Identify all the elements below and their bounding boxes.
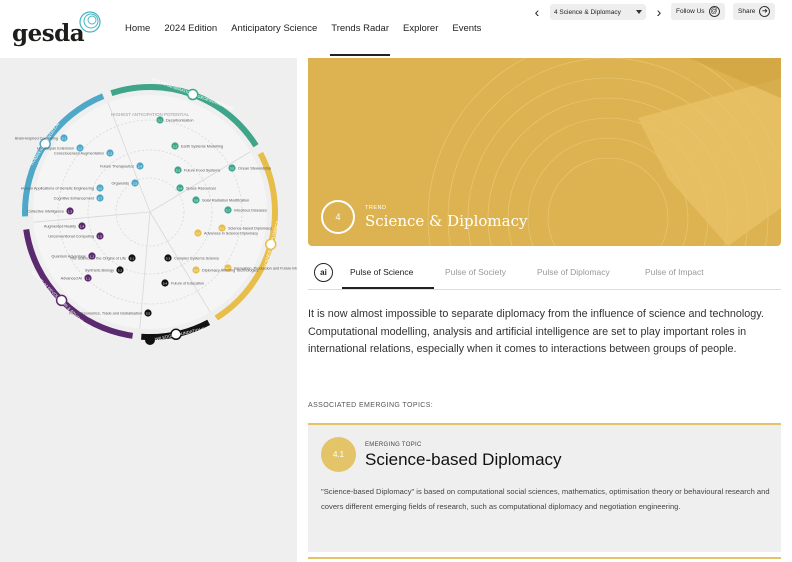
- radar-point-code: 5.2: [118, 268, 123, 272]
- caret-down-icon: [636, 10, 642, 14]
- radar-point-code: 3.5: [230, 166, 235, 170]
- radar-point-label: Cognitive Enhancement: [54, 197, 95, 201]
- radar-point-code: 2.7: [98, 196, 103, 200]
- trend-title: Science & Diplomacy: [365, 212, 528, 230]
- topic-code-badge: 4.1: [321, 437, 356, 472]
- radar-center-label: HIGHEST ANTICIPATION POTENTIAL: [111, 112, 190, 117]
- radar-point-label: Augmented Reality: [44, 225, 76, 229]
- radar-point-code: 2.4: [138, 164, 143, 168]
- radar-point-label: Human Applications of Genetic Engineerin…: [21, 187, 94, 191]
- radar-point-code: 5.5: [146, 311, 151, 315]
- tab-pulse-of-impact[interactable]: Pulse of Impact: [645, 267, 704, 277]
- radar-point-label: Infectious Diseases: [234, 209, 267, 213]
- radar-point-label: Advanced AI: [61, 277, 82, 281]
- radar-point-label: Diplomacy Affecting Technologies: [202, 269, 259, 273]
- radar-point-code: 3.2: [173, 144, 178, 148]
- radar-point-code: 2.1: [62, 136, 67, 140]
- radar-point-code: 4.4: [194, 268, 199, 272]
- radar-point-code: 2.3: [108, 151, 113, 155]
- radar-point-label: Solar Radiation Modification: [202, 199, 249, 203]
- topic-description: "Science-based Diplomacy" is based on co…: [321, 487, 770, 511]
- gesda-logo[interactable]: gesda: [12, 10, 101, 50]
- next-card-edge: [308, 557, 781, 559]
- trend-number-badge: 4: [321, 200, 355, 234]
- radar-point-code: 2.5: [133, 181, 138, 185]
- share-label: Share: [738, 8, 756, 15]
- ai-icon: ai: [314, 263, 333, 282]
- topic-kicker: EMERGING TOPIC: [365, 442, 422, 448]
- radar-point-label: Future of Education: [171, 282, 204, 286]
- trend-select-value: 4 Science & Diplomacy: [554, 8, 621, 16]
- radar-point-code: 5.3: [166, 256, 171, 260]
- radar-point-label: Collective Intelligence: [27, 210, 64, 214]
- nav-home[interactable]: Home: [118, 0, 157, 58]
- radar-point-code: 5.4: [163, 281, 168, 285]
- radar-point-code: 2.2: [78, 146, 83, 150]
- site-header: gesda Home 2024 Edition Anticipatory Sci…: [0, 0, 792, 58]
- radar-point-code: 3.7: [226, 208, 231, 212]
- tab-pulse-of-society[interactable]: Pulse of Society: [445, 267, 506, 277]
- active-tab-indicator: [342, 287, 434, 289]
- radar-point-label: Synthetic Biology: [85, 269, 114, 273]
- trend-navigator: ‹ 4 Science & Diplomacy ›: [530, 3, 666, 21]
- tab-pulse-of-science[interactable]: Pulse of Science: [350, 267, 413, 277]
- radar-point-label: Consciousness Augmentation: [54, 152, 104, 156]
- radar-expand-icon: [145, 335, 155, 345]
- radar-point-code: 2.6: [98, 186, 103, 190]
- nav-explorer[interactable]: Explorer: [396, 0, 445, 58]
- share-arrow-icon: ➜: [759, 6, 771, 17]
- radar-point-code: 1.1: [86, 276, 91, 280]
- nav-events[interactable]: Events: [445, 0, 488, 58]
- associated-topics-heading: ASSOCIATED EMERGING TOPICS:: [308, 402, 434, 409]
- radar-point-code: 1.3: [68, 209, 73, 213]
- topic-card[interactable]: 4.1 EMERGING TOPIC Science-based Diploma…: [308, 423, 781, 552]
- radar-point-code: 1.5: [98, 234, 103, 238]
- radar-point-label: Organoids: [111, 182, 129, 186]
- logo-text: gesda: [12, 20, 85, 47]
- nav-anticipatory-science[interactable]: Anticipatory Science: [224, 0, 324, 58]
- radar-point-label: The Science of the Origins of Life: [70, 257, 126, 261]
- radar-point-label: Unconventional Computing: [48, 235, 94, 239]
- radar-point-label: Complex Systems Science: [174, 257, 219, 261]
- follow-us-label: Follow Us: [676, 8, 705, 15]
- radar-point-code: 4.1: [220, 226, 225, 230]
- radar-point-label: Science-based Diplomacy: [228, 227, 272, 231]
- radar-point-label: Ocean Stewardship: [238, 167, 271, 171]
- radar-point-code: 3.4: [178, 186, 183, 190]
- trend-hero: 4 TREND Science & Diplomacy: [308, 58, 781, 246]
- follow-icon: @: [708, 6, 720, 17]
- topic-title[interactable]: Science-based Diplomacy: [365, 450, 562, 470]
- main-nav: Home 2024 Edition Anticipatory Science T…: [118, 0, 488, 58]
- radar-point-code: 3.1: [158, 118, 163, 122]
- trend-description: It is now almost impossible to separate …: [308, 308, 764, 355]
- radar-point-code: 5.1: [130, 256, 135, 260]
- trend-kicker: TREND: [365, 205, 387, 211]
- follow-us-button[interactable]: Follow Us @: [671, 3, 725, 20]
- radar-point-label: Future Food Systems: [184, 169, 220, 173]
- pulse-tabs: ai Pulse of Science Pulse of Society Pul…: [308, 258, 781, 290]
- trends-radar[interactable]: HIGHEST ANTICIPATION POTENTIAL3.1 Decarbo…: [0, 58, 297, 358]
- radar-point-code: 3.3: [176, 168, 181, 172]
- radar-point-label: Space Resources: [186, 187, 216, 191]
- radar-point-label: Future Therapeutics: [100, 165, 134, 169]
- radar-point-code: 4.2: [196, 231, 201, 235]
- nav-trends-radar[interactable]: Trends Radar: [324, 0, 396, 58]
- radar-point-label: Decarbonisation: [166, 119, 193, 123]
- nav-2024-edition[interactable]: 2024 Edition: [157, 0, 224, 58]
- share-button[interactable]: Share ➜: [733, 3, 776, 20]
- chevron-right-icon[interactable]: ›: [652, 4, 666, 20]
- chevron-left-icon[interactable]: ‹: [530, 4, 544, 20]
- radar-point-code: 1.4: [80, 224, 85, 228]
- radar-point-code: 3.6: [194, 198, 199, 202]
- radar-point-label: Earth Systems Modelling: [181, 145, 223, 149]
- trend-select[interactable]: 4 Science & Diplomacy: [550, 4, 646, 20]
- tab-pulse-of-diplomacy[interactable]: Pulse of Diplomacy: [537, 267, 610, 277]
- radar-point-label: Advances in Science Diplomacy: [204, 232, 258, 236]
- logo-swirl-icon: [79, 11, 101, 33]
